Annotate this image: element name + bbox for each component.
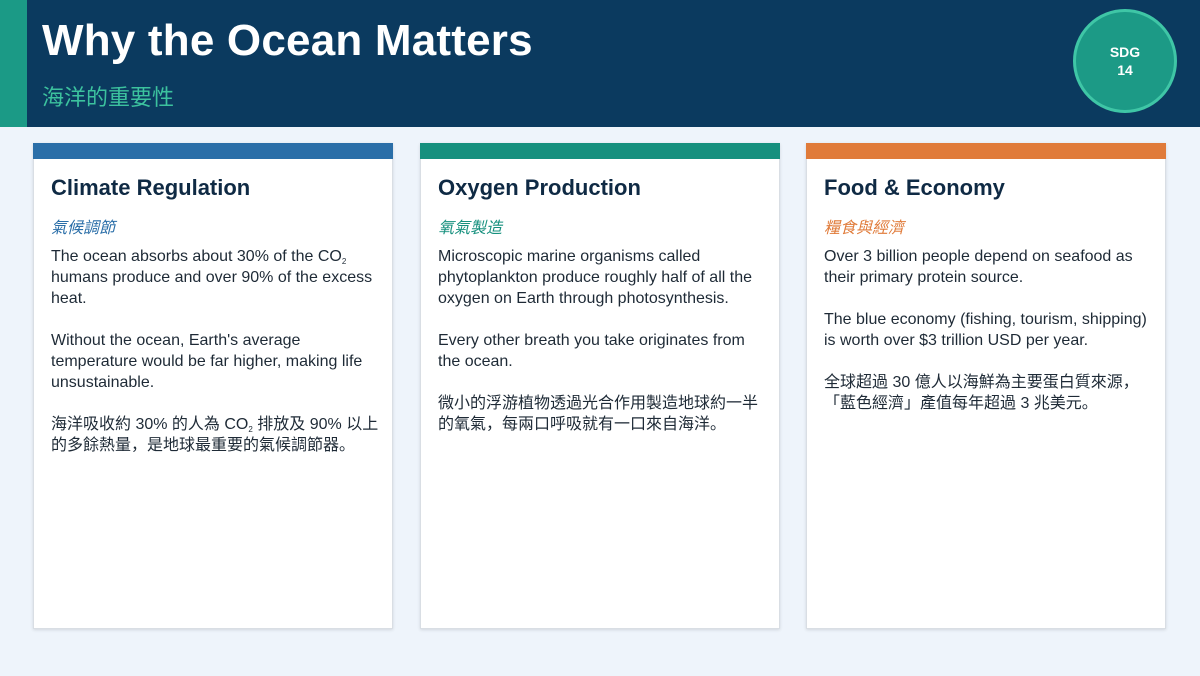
- sdg-badge: SDG 14: [1073, 9, 1177, 113]
- card-subtitle: 糧食與經濟: [824, 220, 905, 237]
- text-segment: humans produce and over 90% of the exces…: [51, 269, 373, 307]
- card-paragraph: 全球超過 30 億人以海鮮為主要蛋白質來源，「藍色經濟」產值每年超過 3 兆美元…: [824, 374, 1139, 412]
- card-title: Food & Economy: [824, 175, 1005, 200]
- card-body: Over 3 billion people depend on seafood …: [824, 246, 1154, 435]
- header-accent-strip: [0, 0, 27, 127]
- card-title: Climate Regulation: [51, 175, 251, 200]
- card-paragraph: Over 3 billion people depend on seafood …: [824, 248, 1133, 286]
- card-accent-bar: [33, 143, 393, 159]
- card-oxygen-production: Oxygen Production 氧氣製造 Microscopic marin…: [420, 143, 780, 629]
- card-subtitle: 氣候調節: [51, 220, 116, 237]
- card-accent-bar: [806, 143, 1166, 159]
- subscript: 2: [341, 257, 347, 266]
- card-paragraph: 海洋吸收約 30% 的人為 CO2 排放及 90% 以上的多餘熱量，是地球最重要…: [51, 414, 381, 456]
- page-title: Why the Ocean Matters: [42, 16, 533, 65]
- card-paragraph: Every other breath you take originates f…: [438, 332, 745, 370]
- card-body: The ocean absorbs about 30% of the CO2 h…: [51, 246, 381, 477]
- card-paragraph: Microscopic marine organisms called phyt…: [438, 248, 752, 307]
- header-banner: Why the Ocean Matters 海洋的重要性 SDG 14: [0, 0, 1200, 127]
- card-title: Oxygen Production: [438, 175, 641, 200]
- page-subtitle: 海洋的重要性: [42, 85, 175, 110]
- card-paragraph: Without the ocean, Earth's average tempe…: [51, 332, 363, 391]
- card-subtitle: 氧氣製造: [438, 220, 503, 237]
- sdg-badge-number: 14: [1117, 62, 1133, 78]
- card-body: Microscopic marine organisms called phyt…: [438, 246, 768, 456]
- card-paragraph: 微小的浮游植物透過光合作用製造地球約一半的氧氣，每兩口呼吸就有一口來自海洋。: [438, 395, 759, 433]
- card-accent-bar: [420, 143, 780, 159]
- card-climate-regulation: Climate Regulation 氣候調節 The ocean absorb…: [33, 143, 393, 629]
- text-segment: 海洋吸收約 30% 的人為 CO: [51, 416, 249, 433]
- card-food-economy: Food & Economy 糧食與經濟 Over 3 billion peop…: [806, 143, 1166, 629]
- card-paragraph: The ocean absorbs about 30% of the CO2 h…: [51, 246, 381, 309]
- text-segment: The ocean absorbs about 30% of the CO: [51, 248, 342, 265]
- card-paragraph: The blue economy (fishing, tourism, ship…: [824, 311, 1147, 349]
- sdg-badge-label: SDG: [1109, 44, 1141, 60]
